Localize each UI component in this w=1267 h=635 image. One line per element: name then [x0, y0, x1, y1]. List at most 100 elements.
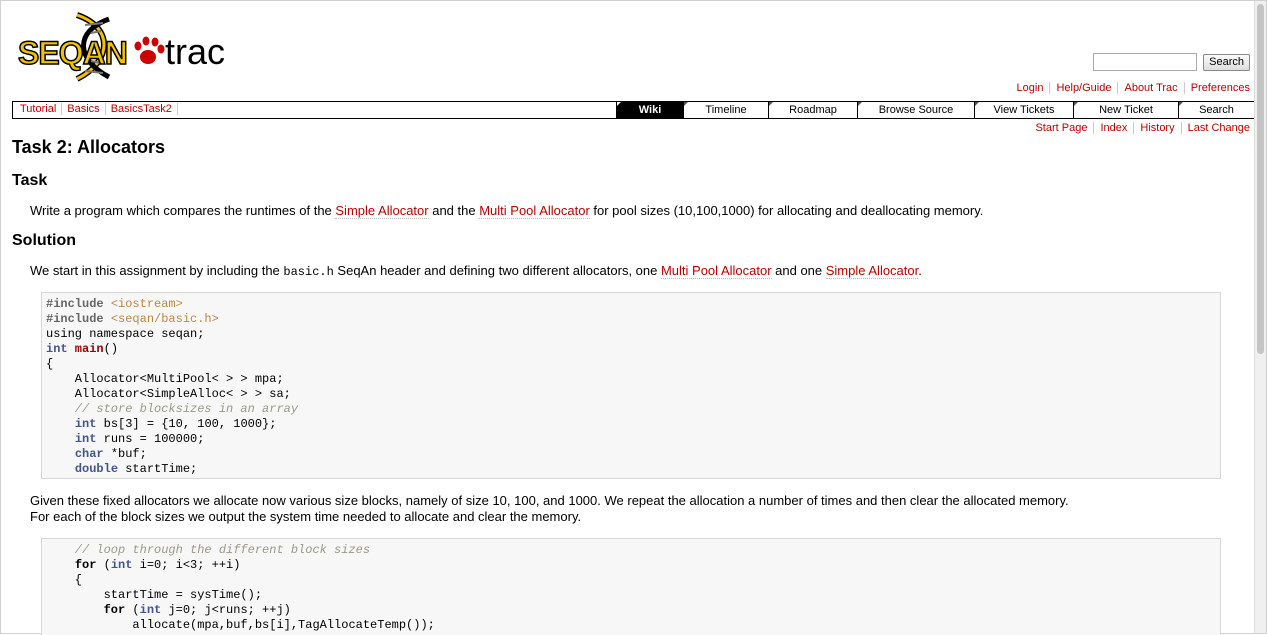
- inline-code-basic-h: basic.h: [283, 265, 334, 279]
- code-token: <iostream>: [110, 297, 183, 311]
- code-block-1: #include <iostream> #include <seqan/basic…: [41, 292, 1221, 479]
- metanav-link-login[interactable]: Login: [1017, 82, 1044, 94]
- seqan-trac-logo[interactable]: SEQAN trac: [15, 11, 230, 85]
- code-token: Allocator<SimpleAlloc< > > sa;: [46, 387, 291, 401]
- tab-timeline[interactable]: Timeline: [683, 102, 768, 118]
- metanav-link-about-trac[interactable]: About Trac: [1124, 82, 1177, 94]
- main-navigation-bar: Tutorial Basics BasicsTask2 Wiki Timeline Ro…: [12, 101, 1255, 119]
- link-multi-pool-allocator[interactable]: Multi Pool Allocator: [479, 203, 590, 219]
- ctxtnav-link-history[interactable]: History: [1140, 122, 1174, 134]
- text-line: Given these fixed allocators we allocate…: [30, 493, 1069, 508]
- ctxtnav-item: Last Change: [1180, 122, 1250, 134]
- text-fragment: We start in this assignment by including…: [30, 263, 284, 278]
- code-token: int: [110, 558, 133, 572]
- breadcrumb-item-tutorial[interactable]: Tutorial: [17, 103, 63, 115]
- code-token: i=0; i<3; ++i): [132, 558, 241, 572]
- code-line: // loop through the different block size…: [46, 543, 1216, 558]
- text-fragment: and the: [428, 203, 480, 218]
- code-token: (): [103, 342, 119, 356]
- ctxtnav-link-start-page[interactable]: Start Page: [1035, 122, 1087, 134]
- code-token: allocate(mpa,buf,bs[i],TagAllocateTemp()…: [46, 618, 435, 632]
- text-fragment: SeqAn header and defining two different …: [333, 263, 661, 278]
- ctxtnav-link-last-change[interactable]: Last Change: [1188, 122, 1250, 134]
- scrollbar-thumb[interactable]: [1257, 4, 1264, 354]
- tab-new-ticket[interactable]: New Ticket: [1073, 102, 1178, 118]
- context-navigation: Start Page Index History Last Change: [1029, 122, 1250, 134]
- link-multi-pool-allocator-2[interactable]: Multi Pool Allocator: [660, 263, 772, 279]
- code-line: Allocator<SimpleAlloc< > > sa;: [46, 387, 1216, 402]
- vertical-scrollbar[interactable]: [1254, 1, 1266, 633]
- code-token: startTime;: [118, 462, 198, 476]
- code-token: char: [74, 447, 104, 461]
- code-token: int: [74, 432, 97, 446]
- code-token: *buf;: [103, 447, 147, 461]
- tab-view-tickets[interactable]: View Tickets: [974, 102, 1073, 118]
- code-line: int main(): [46, 342, 1216, 357]
- text-line: For each of the block sizes we output th…: [30, 509, 582, 524]
- code-token: for: [103, 603, 126, 617]
- code-token: Allocator<MultiPool< > > mpa;: [46, 372, 284, 386]
- code-token: startTime = sysTime();: [46, 588, 263, 602]
- code-token: // loop through the different block size…: [46, 543, 371, 557]
- meta-navigation: Login Help/Guide About Trac Preferences: [1011, 82, 1250, 94]
- search-input[interactable]: [1093, 53, 1198, 71]
- tab-browse-source[interactable]: Browse Source: [857, 102, 974, 118]
- code-line: int runs = 100000;: [46, 432, 1216, 447]
- breadcrumb-item-basicstask2[interactable]: BasicsTask2: [106, 103, 178, 115]
- code-line: {: [46, 573, 1216, 588]
- code-token: main: [67, 342, 104, 356]
- code-line: {: [46, 357, 1216, 372]
- ctxtnav-link-index[interactable]: Index: [1100, 122, 1127, 134]
- code-token: #include: [46, 312, 111, 326]
- metanav-item: Preferences: [1183, 82, 1250, 94]
- code-token: (: [125, 603, 140, 617]
- metanav-item: Help/Guide: [1049, 82, 1117, 94]
- code-line: int bs[3] = {10, 100, 1000};: [46, 417, 1216, 432]
- metanav-link-preferences[interactable]: Preferences: [1191, 82, 1250, 94]
- breadcrumb-item-basics[interactable]: Basics: [62, 103, 106, 115]
- code-line: allocate(mpa,buf,bs[i],TagAllocateTemp()…: [46, 618, 1216, 633]
- tab-roadmap[interactable]: Roadmap: [768, 102, 857, 118]
- section-heading-solution: Solution: [12, 232, 76, 249]
- solution-paragraph: We start in this assignment by including…: [12, 263, 1267, 280]
- code-token: int: [46, 342, 68, 356]
- link-simple-allocator-2[interactable]: Simple Allocator: [825, 263, 919, 279]
- code-token: int: [74, 417, 97, 431]
- text-fragment: .: [918, 263, 922, 278]
- ctxtnav-item: History: [1133, 122, 1180, 134]
- ctxtnav-item: Index: [1093, 122, 1133, 134]
- search-button[interactable]: Search: [1203, 53, 1250, 71]
- code-token: runs = 100000;: [96, 432, 205, 446]
- code-line: for (int i=0; i<3; ++i): [46, 558, 1216, 573]
- code-token: j=0; j<runs; ++j): [161, 603, 291, 617]
- metanav-item: Login: [1011, 82, 1050, 94]
- task-paragraph: Write a program which compares the runti…: [12, 203, 1267, 219]
- code-token: using namespace seqan;: [46, 327, 205, 341]
- search-area: Search: [1093, 53, 1250, 71]
- code-token: double: [74, 462, 119, 476]
- tab-search[interactable]: Search: [1178, 102, 1254, 118]
- code-line: // store blocksizes in an array: [46, 402, 1216, 417]
- code-line: startTime = sysTime();: [46, 588, 1216, 603]
- code-token: (: [96, 558, 111, 572]
- code-token: #include: [46, 297, 111, 311]
- metanav-link-help-guide[interactable]: Help/Guide: [1056, 82, 1111, 94]
- tab-wiki[interactable]: Wiki: [616, 102, 683, 118]
- code-line: double startTime;: [46, 462, 1216, 477]
- main-nav-tabs: Wiki Timeline Roadmap Browse Source View Tic…: [616, 102, 1254, 118]
- code-block-2: // loop through the different block size…: [41, 538, 1221, 635]
- code-line: for (int j=0; j<runs; ++j): [46, 603, 1216, 618]
- text-fragment: for pool sizes (10,100,1000) for allocat…: [589, 203, 984, 218]
- code-line: Allocator<MultiPool< > > mpa;: [46, 372, 1216, 387]
- link-simple-allocator[interactable]: Simple Allocator: [335, 203, 429, 219]
- code-token: int: [139, 603, 162, 617]
- code-line: using namespace seqan;: [46, 327, 1216, 342]
- code-line: #include <seqan/basic.h>: [46, 312, 1216, 327]
- breadcrumb: Tutorial Basics BasicsTask2: [17, 103, 178, 115]
- text-fragment: Write a program which compares the runti…: [30, 203, 336, 218]
